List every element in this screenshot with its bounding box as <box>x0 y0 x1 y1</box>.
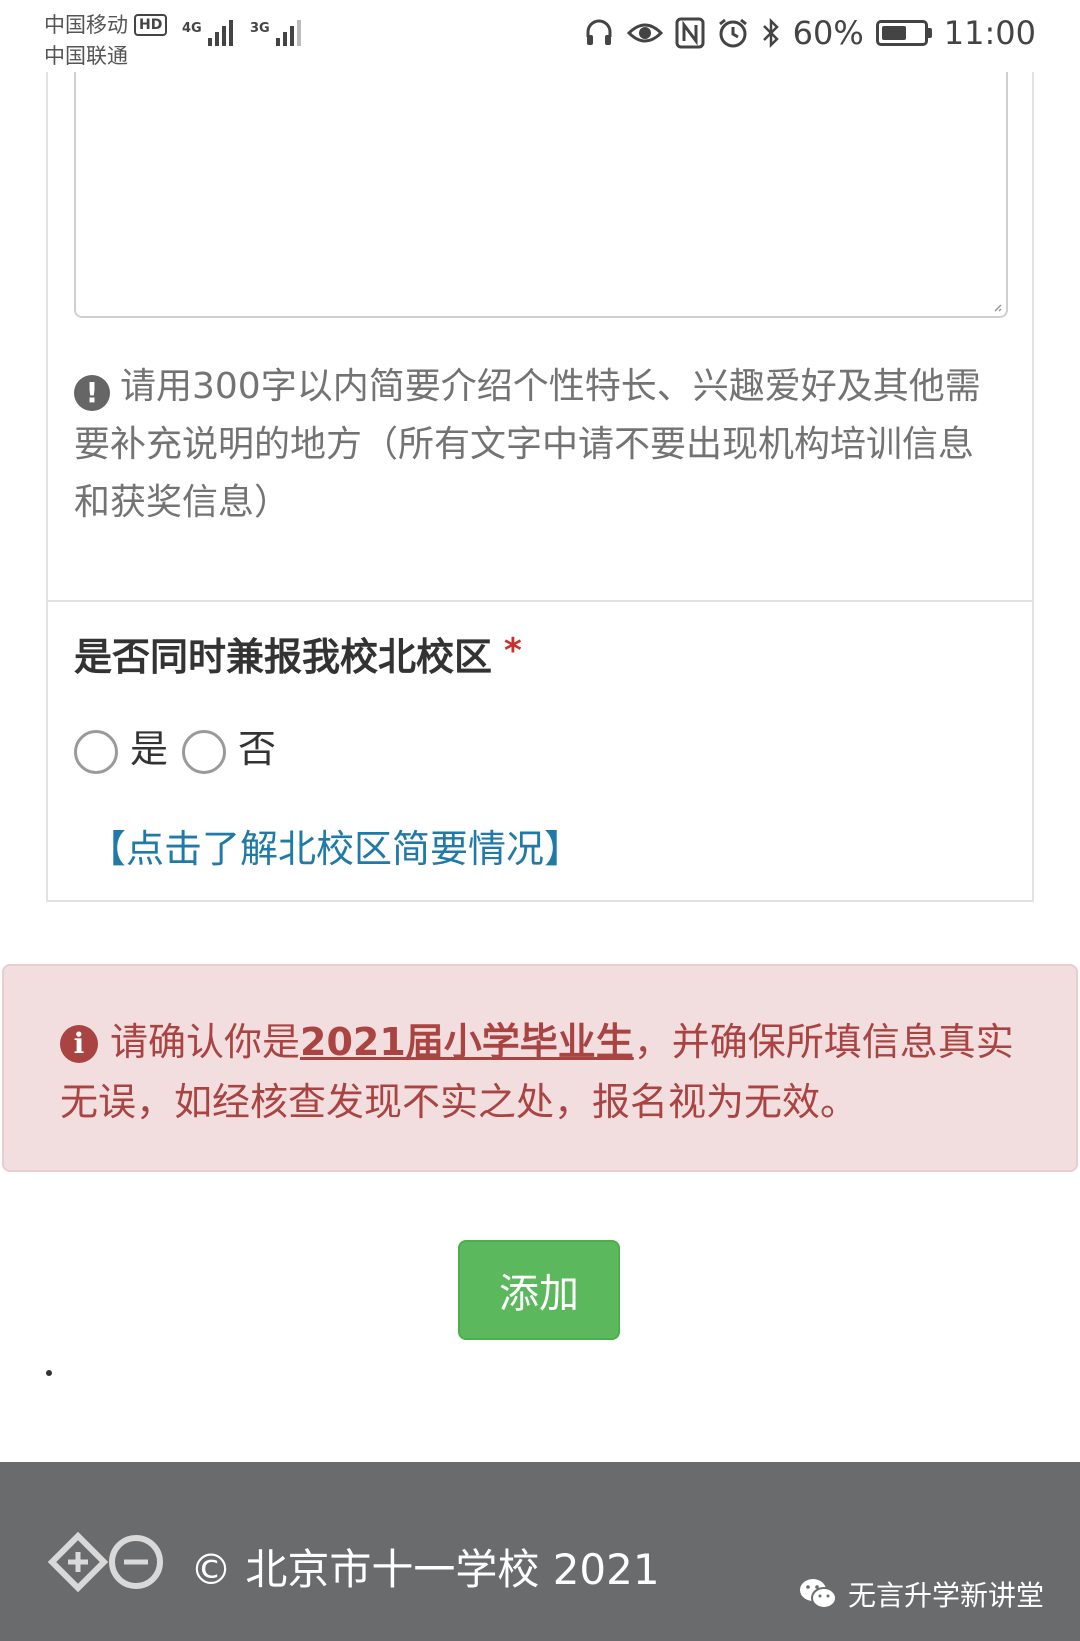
signal-3g-icon: 3G <box>250 16 302 46</box>
alert-text: i 请确认你是2021届小学毕业生，并确保所填信息真实无误，如经核查发现不实之处，… <box>60 1020 1014 1124</box>
alert-warning: i 请确认你是2021届小学毕业生，并确保所填信息真实无误，如经核查发现不实之处，… <box>2 964 1078 1172</box>
hd-badge: HD <box>134 14 168 36</box>
radio-button-yes[interactable] <box>74 729 118 774</box>
footer: © 北京市十一学校 2021 无言升学新讲堂 <box>0 1462 1080 1641</box>
required-mark: * <box>504 631 522 671</box>
question-label: 是否同时兼报我校北校区 * <box>74 631 522 679</box>
battery-percent: 60% <box>792 14 864 52</box>
status-bar: 中国移动 HD 中国联通 4G 3G 60% 11:00 <box>0 0 1080 72</box>
exclamation-circle-icon: ! <box>74 375 110 411</box>
radio-button-no[interactable] <box>182 729 227 774</box>
info-circle-icon: i <box>60 1025 98 1063</box>
radio-label-no: 否 <box>238 727 277 771</box>
watermark-text: 无言升学新讲堂 <box>847 1579 1044 1612</box>
form-panel: ! 请用300字以内简要介绍个性特长、兴趣爱好及其他需要补充说明的地方（所有文字中… <box>46 72 1034 902</box>
radio-label-yes: 是 <box>130 727 169 771</box>
school-logo-icon <box>47 1531 172 1596</box>
footer-copyright: © 北京市十一学校 2021 <box>190 1545 660 1594</box>
radio-group: 是 否 <box>74 724 290 779</box>
radio-option-no[interactable]: 否 <box>182 724 276 779</box>
watermark: 无言升学新讲堂 <box>798 1574 1044 1614</box>
north-campus-info-link[interactable]: 【点击了解北校区简要情况】 <box>88 818 582 873</box>
carrier-info: 中国移动 HD 中国联通 <box>44 10 168 72</box>
eye-comfort-icon <box>626 17 663 49</box>
bluetooth-icon <box>761 17 781 49</box>
help-text-content: 请用300字以内简要介绍个性特长、兴趣爱好及其他需要补充说明的地方（所有文字中请… <box>74 366 981 523</box>
battery-icon <box>875 20 932 46</box>
alarm-icon <box>717 17 749 49</box>
wechat-icon <box>799 1579 837 1609</box>
headset-icon <box>583 17 615 49</box>
divider <box>48 600 1034 602</box>
nfc-icon <box>675 17 705 49</box>
radio-option-yes[interactable]: 是 <box>74 724 168 779</box>
alert-emphasis: 2021届小学毕业生 <box>300 1020 634 1064</box>
dot-mark <box>46 1370 52 1376</box>
carrier-1: 中国移动 <box>44 13 128 37</box>
signal-4g-icon: 4G <box>182 16 234 46</box>
status-icons: 60% 11:00 <box>583 14 1036 52</box>
clock: 11:00 <box>943 14 1036 52</box>
resize-handle-icon[interactable] <box>992 302 1002 312</box>
carrier-2: 中国联通 <box>44 44 128 68</box>
self-intro-textarea[interactable] <box>74 72 1008 318</box>
help-text: ! 请用300字以内简要介绍个性特长、兴趣爱好及其他需要补充说明的地方（所有文字中… <box>74 358 1004 532</box>
add-button[interactable]: 添加 <box>458 1240 620 1340</box>
